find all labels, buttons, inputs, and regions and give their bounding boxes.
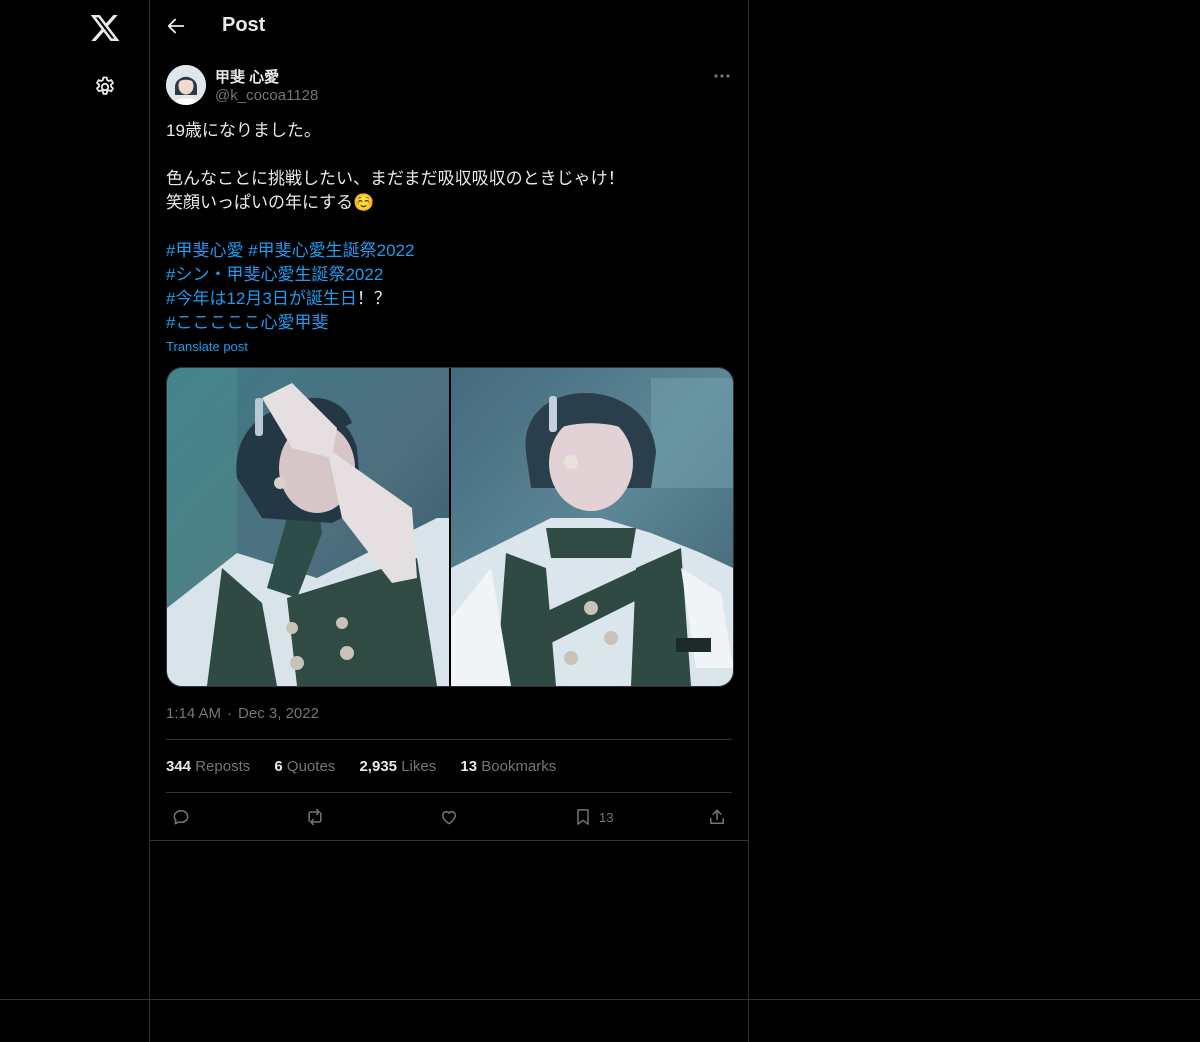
like-button[interactable] (439, 805, 459, 829)
likes-count: 2,935 (359, 758, 398, 775)
bookmark-button[interactable]: 13 (573, 805, 613, 829)
post-photo-2[interactable] (451, 368, 733, 686)
post-text-line: 色んなことに挑戦したい、まだまだ吸収吸収のときじゃけ！ (166, 169, 625, 188)
post-media (166, 367, 734, 687)
share-button[interactable] (707, 805, 727, 829)
footer-divider (748, 999, 749, 1042)
avatar[interactable] (166, 65, 206, 105)
gear-icon[interactable] (93, 75, 117, 99)
arrow-left-icon[interactable] (165, 15, 187, 37)
post-actions: 13 (149, 805, 748, 831)
page-title: Post (222, 14, 266, 36)
post-text-line: 19歳になりました。 (166, 121, 321, 140)
translate-post-link[interactable]: Translate post (166, 339, 248, 354)
footer-divider (149, 999, 150, 1042)
hashtag-line: #甲斐心愛 #甲斐心愛生誕祭2022 (166, 239, 732, 263)
bookmarks-label: Bookmarks (481, 758, 557, 775)
hashtag-link[interactable]: #甲斐心愛生誕祭2022 (248, 241, 414, 260)
hashtag-line: #こここここ心愛甲斐 (166, 311, 732, 335)
smiling-face-emoji: ☺️ (353, 193, 375, 212)
divider (166, 792, 732, 793)
post-text: 19歳になりました。 色んなことに挑戦したい、まだまだ吸収吸収のときじゃけ！ 笑… (166, 119, 732, 335)
likes-label: Likes (401, 758, 437, 775)
likes-stat[interactable]: 2,935 Likes (359, 758, 436, 775)
main-column: Post 甲斐 心愛 @k_cocoa1128 19歳になりました。 色んなこと… (149, 0, 749, 999)
author-handle[interactable]: @k_cocoa1128 (215, 87, 318, 104)
reposts-stat[interactable]: 344 Reposts (166, 758, 250, 775)
author-name[interactable]: 甲斐 心愛 (215, 66, 279, 87)
divider (149, 840, 748, 841)
post-header: Post (149, 0, 748, 53)
bookmark-count: 13 (599, 809, 614, 825)
bookmarks-stat[interactable]: 13 Bookmarks (460, 758, 556, 775)
hashtag-link[interactable]: #こここここ心愛甲斐 (166, 313, 328, 332)
hashtag-link[interactable]: #今年は12月3日が誕生日 (166, 289, 357, 308)
repost-icon (308, 808, 322, 826)
hashtag-link[interactable]: #シン・甲斐心愛生誕祭2022 (166, 265, 383, 284)
hashtag-line: #シン・甲斐心愛生誕祭2022 (166, 263, 732, 287)
post-time: 1:14 AM (166, 705, 222, 722)
more-options-icon[interactable] (709, 66, 735, 86)
quotes-stat[interactable]: 6 Quotes (274, 758, 335, 775)
post-date: Dec 3, 2022 (238, 705, 319, 722)
repost-button[interactable] (305, 805, 325, 829)
post-text-line: 笑顔いっぱいの年にする☺️ (166, 191, 732, 215)
reposts-count: 344 (166, 758, 192, 775)
post-text-line-content: 笑顔いっぱいの年にする (166, 193, 354, 212)
separator-dot: · (227, 705, 233, 722)
quotes-label: Quotes (286, 758, 336, 775)
left-nav (0, 0, 150, 999)
heart-icon (442, 810, 456, 825)
hashtag-suffix: ！？ (356, 289, 391, 308)
share-icon (710, 809, 724, 824)
post-photo-1[interactable] (167, 368, 449, 686)
hashtag-link[interactable]: #甲斐心愛 (166, 241, 243, 260)
reposts-label: Reposts (195, 758, 251, 775)
bookmarks-count: 13 (460, 758, 478, 775)
post-timestamp[interactable]: 1:14 AM · Dec 3, 2022 (166, 705, 319, 722)
reply-button[interactable] (171, 805, 191, 829)
reply-icon (173, 810, 189, 825)
post-stats: 344 Reposts 6 Quotes 2,935 Likes 13 Book… (166, 758, 576, 775)
quotes-count: 6 (274, 758, 283, 775)
divider (166, 739, 732, 740)
x-logo-icon[interactable] (89, 12, 121, 44)
bookmark-icon (577, 809, 589, 825)
hashtag-line: #今年は12月3日が誕生日！？ (166, 287, 732, 311)
footer-divider (0, 999, 1200, 1000)
